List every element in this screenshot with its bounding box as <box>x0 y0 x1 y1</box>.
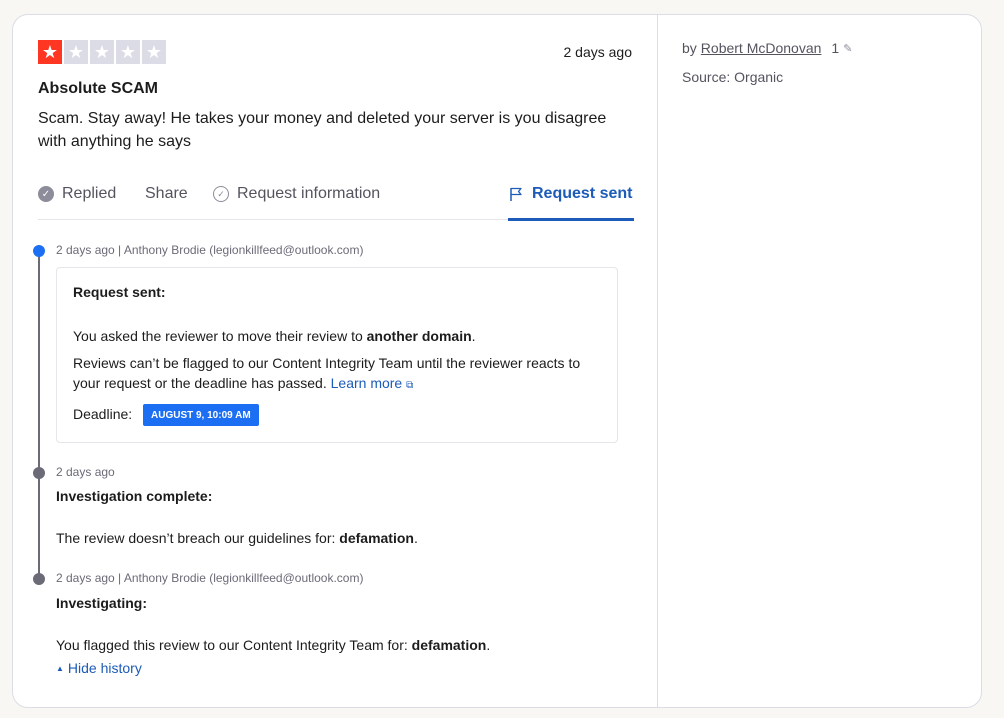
review-actions: ✓ Replied Share ✓ Request information Re… <box>38 177 634 221</box>
check-circle-icon: ✓ <box>38 186 54 202</box>
replied-label: Replied <box>62 185 117 202</box>
hide-history-label: Hide history <box>67 660 142 676</box>
investigation-complete-title: Investigation complete: <box>56 488 213 504</box>
request-sent-label: Request sent <box>532 185 633 202</box>
review-source: Source: Organic <box>682 69 784 85</box>
investigating-title: Investigating: <box>56 595 148 611</box>
pencil-icon: ✎ <box>843 42 853 55</box>
timeline-dot <box>33 573 45 585</box>
request-info-line: Reviews can’t be flagged to our Content … <box>73 355 581 391</box>
star-rating: ★ ★ ★ ★ ★ <box>38 40 166 64</box>
author-link[interactable]: Robert McDonovan <box>701 40 822 56</box>
timeline-meta-2: 2 days ago <box>56 465 115 479</box>
timeline-dot <box>33 467 45 479</box>
review-title: Absolute SCAM <box>38 80 158 97</box>
request-sent-tab[interactable]: Request sent <box>508 185 632 203</box>
timeline-line <box>38 251 40 578</box>
star-icon: ★ <box>64 40 88 64</box>
star-icon: ★ <box>142 40 166 64</box>
investigation-text-prefix: The review doesn’t breach our guidelines… <box>56 530 340 546</box>
hide-history-link[interactable]: ▲ Hide history <box>56 660 142 676</box>
review-body: Scam. Stay away! He takes your money and… <box>38 110 607 150</box>
deadline-label: Deadline: <box>73 406 133 422</box>
investigation-text-bold: defamation <box>339 530 414 546</box>
request-sent-text: You asked the reviewer to move their rev… <box>73 326 603 346</box>
external-link-icon: ⧉ <box>406 380 414 391</box>
request-sent-box: Request sent: You asked the reviewer to … <box>56 267 618 443</box>
request-text-prefix: You asked the reviewer to move their rev… <box>73 328 367 344</box>
investigation-text-suffix: . <box>413 530 418 546</box>
share-label: Share <box>145 185 188 202</box>
investigating-text-suffix: . <box>486 637 491 653</box>
star-icon: ★ <box>90 40 114 64</box>
request-text-bold: another domain <box>366 328 472 344</box>
request-sent-title: Request sent: <box>73 284 166 300</box>
column-divider <box>657 15 658 707</box>
deadline-badge: AUGUST 9, 10:09 AM <box>143 404 259 426</box>
review-card: ★ ★ ★ ★ ★ 2 days ago Absolute SCAM Scam.… <box>12 14 982 708</box>
active-tab-underline <box>508 218 634 221</box>
request-information-button[interactable]: ✓ Request information <box>213 185 380 203</box>
star-icon: ★ <box>116 40 140 64</box>
investigating-text: You flagged this review to our Content I… <box>56 637 490 653</box>
by-prefix: by <box>682 40 697 56</box>
timeline-meta-3: 2 days ago | Anthony Brodie (legionkillf… <box>56 571 364 585</box>
investigating-text-bold: defamation <box>411 637 487 653</box>
byline: by Robert McDonovan 1 ✎ <box>682 40 852 56</box>
investigating-text-prefix: You flagged this review to our Content I… <box>56 637 412 653</box>
timeline-meta-1: 2 days ago | Anthony Brodie (legionkillf… <box>56 243 364 257</box>
review-date: 2 days ago <box>563 44 633 60</box>
share-button[interactable]: Share <box>145 185 188 203</box>
learn-more-link[interactable]: Learn more <box>331 375 403 391</box>
request-text-suffix: . <box>471 328 476 344</box>
triangle-up-icon: ▲ <box>56 663 64 673</box>
request-info-text: Reviews can’t be flagged to our Content … <box>73 353 603 396</box>
request-information-label: Request information <box>237 185 381 202</box>
star-icon: ★ <box>38 40 62 64</box>
check-circle-outline-icon: ✓ <box>213 186 229 202</box>
flag-icon <box>510 187 522 201</box>
review-count: 1 <box>831 40 840 56</box>
timeline-dot-active <box>33 245 45 257</box>
replied-button[interactable]: ✓ Replied <box>38 185 116 203</box>
investigation-complete-text: The review doesn’t breach our guidelines… <box>56 530 418 546</box>
